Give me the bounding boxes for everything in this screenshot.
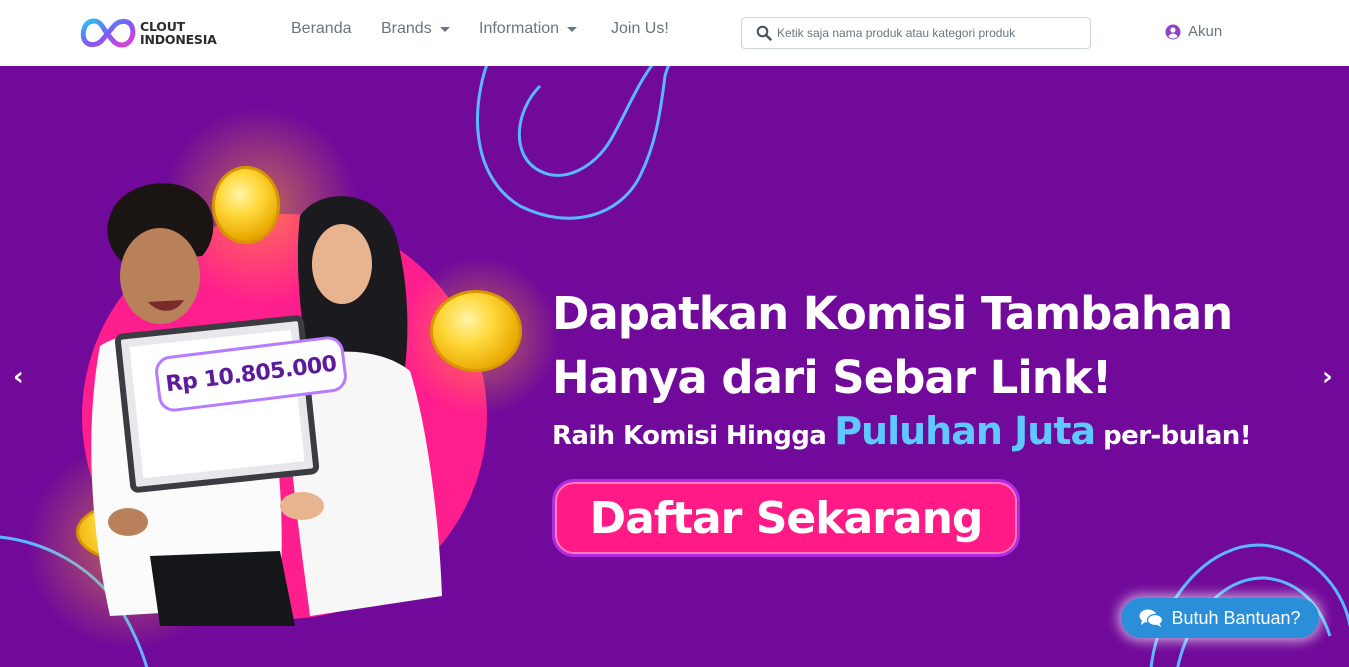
help-label: Butuh Bantuan? xyxy=(1171,607,1301,628)
register-now-button[interactable]: Daftar Sekarang xyxy=(552,479,1020,557)
account-menu[interactable]: Akun xyxy=(1165,23,1222,40)
nav-join-label: Join Us! xyxy=(611,20,669,37)
nav-home[interactable]: Beranda xyxy=(291,18,352,40)
brand-line-2: INDONESIA xyxy=(140,32,217,47)
search-icon[interactable] xyxy=(756,25,772,41)
carousel-prev-arrow-icon[interactable]: ‹ xyxy=(13,362,24,392)
headline-line-1: Dapatkan Komisi Tambahan xyxy=(552,287,1233,340)
chat-bubbles-icon xyxy=(1139,609,1164,627)
top-navbar: CLOUT INDONESIA Beranda Brands Informati… xyxy=(0,0,1349,66)
subline-prefix: Raih Komisi Hingga xyxy=(552,421,827,451)
subline-highlight: Puluhan Juta xyxy=(834,409,1096,453)
help-chat-button[interactable]: Butuh Bantuan? xyxy=(1121,598,1319,638)
clout-logo[interactable]: CLOUT INDONESIA xyxy=(80,12,230,54)
hero-carousel: Rp 10.805.000 Dapatkan Komisi Tambahan H… xyxy=(0,66,1349,667)
nav-brands-dropdown[interactable]: Brands xyxy=(381,18,450,40)
nav-brands-label: Brands xyxy=(381,20,432,37)
nav-information-dropdown[interactable]: Information xyxy=(479,18,578,40)
caret-down-icon xyxy=(439,27,450,32)
hero-subline: Raih Komisi Hingga Puluhan Juta per-bula… xyxy=(552,409,1252,453)
search-input[interactable] xyxy=(777,26,1077,40)
hero-headline: Dapatkan Komisi Tambahan Hanya dari Seba… xyxy=(552,282,1312,410)
headline-line-2: Hanya dari Sebar Link! xyxy=(552,351,1112,404)
infinity-logo-icon xyxy=(80,18,136,48)
nav-home-label: Beranda xyxy=(291,20,352,37)
carousel-next-arrow-icon[interactable]: › xyxy=(1322,362,1333,392)
product-search xyxy=(741,17,1091,49)
account-label: Akun xyxy=(1188,23,1223,40)
subline-suffix: per-bulan! xyxy=(1103,421,1251,451)
caret-down-icon xyxy=(567,27,578,32)
user-circle-icon xyxy=(1165,24,1181,39)
nav-join-us[interactable]: Join Us! xyxy=(611,18,669,40)
brand-name: CLOUT INDONESIA xyxy=(140,20,217,46)
nav-information-label: Information xyxy=(479,20,560,37)
